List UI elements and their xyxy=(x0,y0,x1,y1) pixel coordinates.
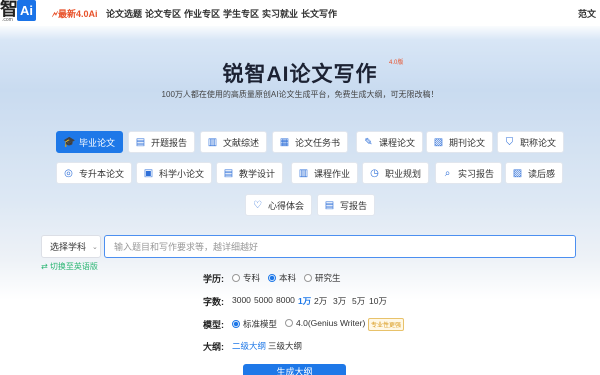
words-option-3000[interactable]: 3000 xyxy=(232,295,251,305)
chip-upgrade-paper[interactable]: ◎ 专升本论文 xyxy=(56,162,133,184)
switch-english-link[interactable]: ⇄ 切换至英语版 xyxy=(41,261,98,272)
chip-course-paper[interactable]: ✎ 课程论文 xyxy=(356,131,424,153)
outline-option-level3[interactable]: 三级大纲 xyxy=(268,340,302,352)
upgrade-icon: ◎ xyxy=(64,167,73,179)
chevron-down-icon: ⌄ xyxy=(92,243,98,251)
chip-graduation-thesis[interactable]: 🎓 毕业论文 xyxy=(56,131,124,153)
nav-item-papers[interactable]: 论文专区 xyxy=(145,7,181,20)
outline-label: 大纲: xyxy=(203,342,224,352)
radio-icon xyxy=(304,274,312,282)
chip-career-plan[interactable]: ◷ 职业规划 xyxy=(362,162,430,184)
words-option-5000[interactable]: 5000 xyxy=(254,295,273,305)
outline-option-level2[interactable]: 二级大纲 xyxy=(232,340,266,352)
topic-input-placeholder: 输入题目和写作要求等，越详细越好 xyxy=(114,242,259,252)
homework-icon: ▥ xyxy=(298,167,309,179)
model-option-genius[interactable]: 4.0(Genius Writer) xyxy=(285,318,365,328)
task-icon: ▦ xyxy=(279,136,290,148)
search-icon: ⌕ xyxy=(444,167,451,179)
course-icon: ✎ xyxy=(364,136,373,148)
version-badge: 4.0版 xyxy=(389,60,404,66)
radio-icon xyxy=(232,274,240,282)
words-option-20k[interactable]: 2万 xyxy=(314,295,327,307)
pro-badge: 专业性更强 xyxy=(368,318,405,331)
journal-icon: ▧ xyxy=(433,136,444,148)
logo-ai-badge[interactable]: Ai xyxy=(17,0,36,21)
nav-item-topics[interactable]: 论文选题 xyxy=(106,7,142,20)
graduation-cap-icon: 🎓 xyxy=(63,136,76,148)
words-option-50k[interactable]: 5万 xyxy=(352,295,365,307)
top-nav: 智 .com Ai 🗲最新4.0Ai 论文选题 论文专区 作业专区 学生专区 实… xyxy=(0,0,600,26)
chip-proposal[interactable]: ▤ 开题报告 xyxy=(128,131,196,153)
words-option-10k[interactable]: 1万 xyxy=(298,295,311,307)
chip-title-paper[interactable]: ⛉ 职称论文 xyxy=(497,131,565,153)
education-label: 学历: xyxy=(203,274,224,284)
model-option-standard[interactable]: 标准模型 xyxy=(232,318,277,330)
nav-item-internship[interactable]: 实习就业 xyxy=(262,7,298,20)
heart-icon: ♡ xyxy=(253,199,262,211)
logo-domain: .com xyxy=(2,17,13,23)
words-option-30k[interactable]: 3万 xyxy=(333,295,346,307)
chip-course-homework[interactable]: ▥ 课程作业 xyxy=(291,162,359,184)
book-icon: ▥ xyxy=(207,136,218,148)
report-icon: ▤ xyxy=(324,199,335,211)
chip-teaching-design[interactable]: ▤ 教学设计 xyxy=(216,162,284,184)
nav-item-longform[interactable]: 长文写作 xyxy=(301,7,337,20)
page-subtitle: 100万人都在使用的高质量原创AI论文生成平台，免费生成大纲，可无限改稿！ xyxy=(161,90,439,99)
nav-item-homework[interactable]: 作业专区 xyxy=(184,7,220,20)
reading-icon: ▨ xyxy=(512,167,523,179)
science-icon: ▣ xyxy=(143,167,154,179)
education-option-graduate[interactable]: 研究生 xyxy=(304,272,341,284)
chip-write-report[interactable]: ▤ 写报告 xyxy=(317,194,376,216)
nav-item-latest[interactable]: 🗲最新4.0Ai xyxy=(52,7,98,20)
radio-icon xyxy=(285,319,293,327)
topic-input[interactable]: 输入题目和写作要求等，越详细越好 xyxy=(104,235,576,258)
nav-item-samples[interactable]: 范文 xyxy=(578,7,596,20)
shield-icon: ⛉ xyxy=(505,136,514,148)
chip-journal-paper[interactable]: ▧ 期刊论文 xyxy=(426,131,494,153)
page-title: 锐智AI论文写作 xyxy=(222,63,378,86)
generate-outline-button[interactable]: 生成大纲 xyxy=(243,364,346,375)
career-icon: ◷ xyxy=(370,167,379,179)
nav-item-students[interactable]: 学生专区 xyxy=(223,7,259,20)
chip-task-book[interactable]: ▦ 论文任务书 xyxy=(272,131,349,153)
education-option-bachelor[interactable]: 本科 xyxy=(268,272,296,284)
chip-literature-review[interactable]: ▥ 文献综述 xyxy=(200,131,268,153)
radio-selected-icon xyxy=(268,274,276,282)
chip-science-paper[interactable]: ▣ 科学小论文 xyxy=(136,162,213,184)
chip-internship-report[interactable]: ⌕ 实习报告 xyxy=(435,162,503,184)
site-logo[interactable]: 智 .com xyxy=(0,0,18,24)
chip-reflections[interactable]: ♡ 心得体会 xyxy=(245,194,313,216)
words-label: 字数: xyxy=(203,297,224,307)
words-option-100k[interactable]: 10万 xyxy=(369,295,387,307)
radio-selected-icon xyxy=(232,320,240,328)
document-icon: ▤ xyxy=(135,136,146,148)
chip-reading-notes[interactable]: ▨ 读后感 xyxy=(505,162,564,184)
subject-select[interactable]: 选择学科 ⌄ xyxy=(41,235,101,258)
teach-icon: ▤ xyxy=(223,167,234,179)
words-option-8000[interactable]: 8000 xyxy=(276,295,295,305)
education-option-associate[interactable]: 专科 xyxy=(232,272,260,284)
model-label: 模型: xyxy=(203,320,224,330)
